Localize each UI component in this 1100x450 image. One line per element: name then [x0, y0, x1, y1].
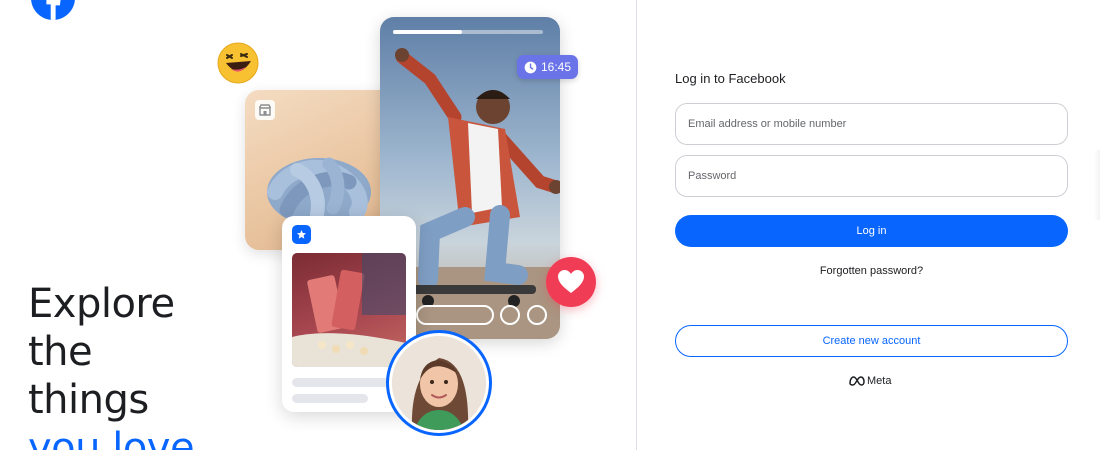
login-panel: Log in to Facebook Log in Forgotten pass… — [637, 0, 1100, 450]
edge-shadow — [1094, 150, 1100, 220]
reels-icon — [292, 225, 311, 244]
facebook-logo-icon[interactable] — [31, 0, 75, 20]
headline-line: the — [28, 329, 93, 375]
login-button[interactable]: Log in — [675, 215, 1068, 247]
post-photo — [292, 253, 406, 367]
marketplace-icon — [255, 100, 275, 120]
video-control-dot[interactable] — [500, 305, 520, 325]
laughing-emoji-icon — [217, 42, 259, 84]
video-control-dot[interactable] — [527, 305, 547, 325]
headline-line: things — [28, 377, 149, 423]
post-text-placeholder — [292, 378, 390, 387]
create-account-button[interactable]: Create new account — [675, 325, 1068, 357]
video-time-label: 16:45 — [540, 60, 572, 74]
headline-accent: you love. — [28, 425, 207, 450]
hero-panel: 16:45 Explore the things you love. — [0, 0, 636, 450]
hero-headline: Explore the things you love. — [28, 280, 207, 450]
headline-line: Explore — [28, 281, 175, 327]
post-text-placeholder — [292, 394, 368, 403]
meta-brand[interactable]: Meta — [849, 375, 891, 387]
email-field[interactable] — [675, 103, 1068, 145]
meta-label: Meta — [867, 375, 892, 387]
forgot-password-link[interactable]: Forgotten password? — [675, 265, 1068, 277]
video-scrub-control[interactable] — [416, 305, 494, 325]
video-time-badge: 16:45 — [517, 55, 578, 79]
clock-icon — [524, 61, 537, 73]
password-field[interactable] — [675, 155, 1068, 197]
meta-logo-icon — [849, 376, 865, 386]
heart-icon — [546, 257, 596, 307]
avatar — [386, 330, 492, 436]
login-title: Log in to Facebook — [675, 71, 786, 86]
